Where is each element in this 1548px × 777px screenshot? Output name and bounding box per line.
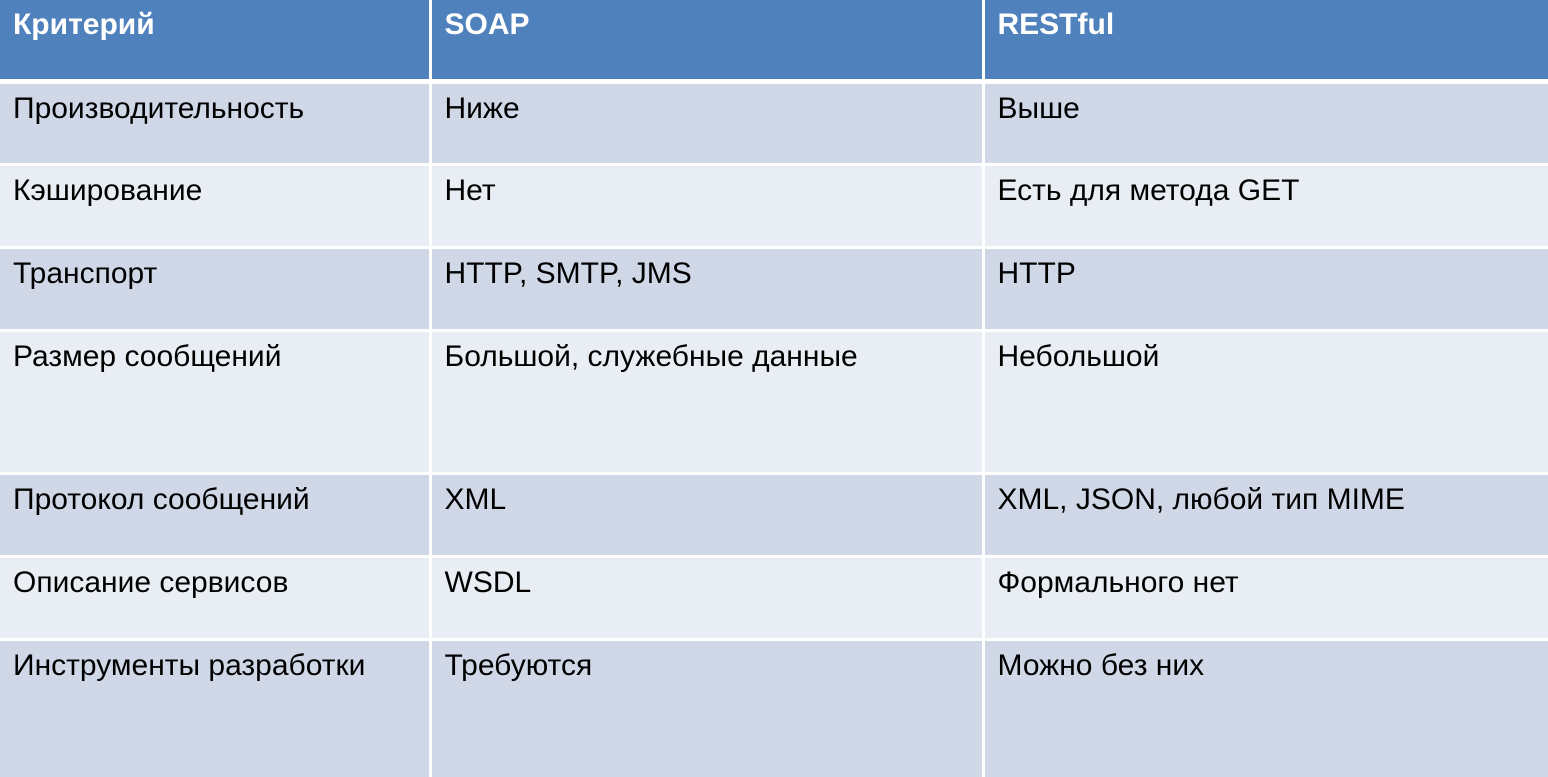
cell-criterion: Описание сервисов: [0, 556, 432, 641]
cell-restful: Небольшой: [983, 330, 1548, 475]
comparison-table: Критерий SOAP RESTful Производительность…: [0, 0, 1548, 777]
header-row: Критерий SOAP RESTful: [0, 0, 1548, 84]
cell-soap: WSDL: [430, 556, 985, 641]
cell-restful: Выше: [983, 81, 1548, 166]
cell-criterion: Инструменты разработки: [0, 639, 432, 777]
table-row: Протокол сообщений XML XML, JSON, любой …: [0, 473, 1548, 558]
table-row: Инструменты разработки Требуются Можно б…: [0, 639, 1548, 777]
cell-soap: Нет: [430, 164, 985, 249]
cell-soap: HTTP, SMTP, JMS: [430, 247, 985, 332]
table-row: Транспорт HTTP, SMTP, JMS HTTP: [0, 247, 1548, 332]
header-restful: RESTful: [983, 0, 1548, 84]
header-soap: SOAP: [430, 0, 985, 84]
table-row: Описание сервисов WSDL Формального нет: [0, 556, 1548, 641]
cell-criterion: Размер сообщений: [0, 330, 432, 475]
cell-soap: Требуются: [430, 639, 985, 777]
table-row: Размер сообщений Большой, служебные данн…: [0, 330, 1548, 475]
cell-restful: XML, JSON, любой тип MIME: [983, 473, 1548, 558]
cell-soap: XML: [430, 473, 985, 558]
cell-restful: Есть для метода GET: [983, 164, 1548, 249]
header-criterion: Критерий: [0, 0, 432, 84]
table-row: Кэширование Нет Есть для метода GET: [0, 164, 1548, 249]
cell-restful: Формального нет: [983, 556, 1548, 641]
cell-restful: Можно без них: [983, 639, 1548, 777]
table-body: Производительность Ниже Выше Кэширование…: [0, 81, 1548, 777]
cell-criterion: Протокол сообщений: [0, 473, 432, 558]
table-header: Критерий SOAP RESTful: [0, 0, 1548, 84]
table-row: Производительность Ниже Выше: [0, 81, 1548, 166]
cell-criterion: Транспорт: [0, 247, 432, 332]
cell-soap: Большой, служебные данные: [430, 330, 985, 475]
cell-restful: HTTP: [983, 247, 1548, 332]
cell-criterion: Кэширование: [0, 164, 432, 249]
cell-criterion: Производительность: [0, 81, 432, 166]
cell-soap: Ниже: [430, 81, 985, 166]
